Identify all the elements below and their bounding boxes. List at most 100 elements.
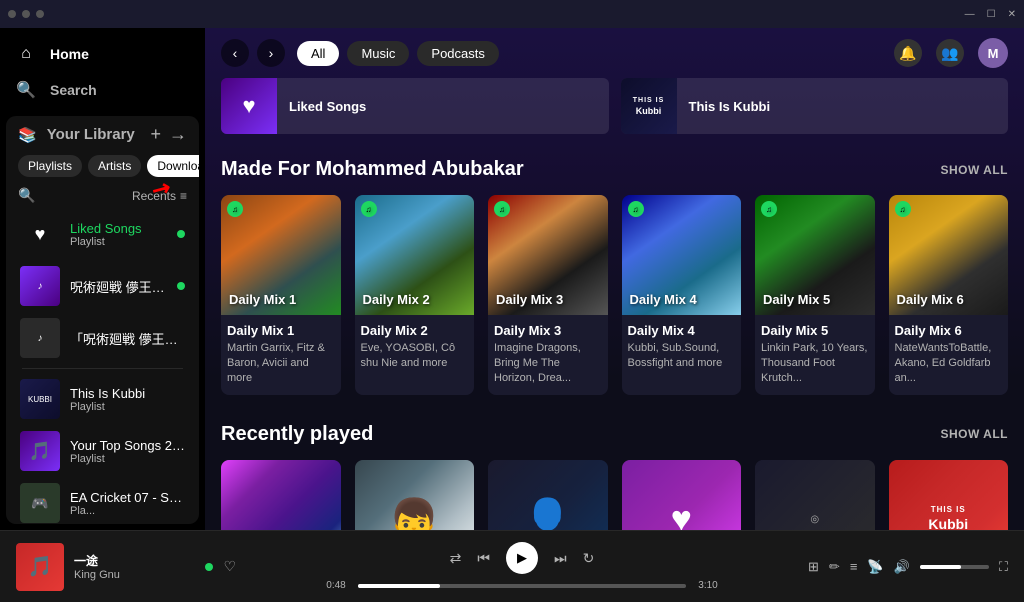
daily-mix-1-card[interactable]: ♫ Daily Mix 1 Daily Mix 1 Martin Garrix,…	[221, 195, 341, 395]
volume-fill	[920, 565, 961, 569]
mix6-title: Daily Mix 6	[895, 323, 1003, 338]
library-actions: + →	[150, 124, 187, 145]
library-more-button[interactable]: →	[169, 124, 187, 145]
library-search-icon[interactable]: 🔍	[18, 187, 35, 204]
mix2-image: ♫ Daily Mix 2	[355, 195, 475, 315]
mix5-title: Daily Mix 5	[761, 323, 869, 338]
user-avatar[interactable]: M	[978, 38, 1008, 68]
mix3-info: Daily Mix 3 Imagine Dragons, Bring Me Th…	[488, 315, 608, 395]
back-button[interactable]: ‹	[221, 39, 249, 67]
recently-played-show-all[interactable]: Show all	[940, 427, 1008, 441]
mix6-badge: ♫	[895, 201, 911, 217]
recent5-image: ◎	[755, 460, 875, 530]
recent-card-5[interactable]: ◎	[755, 460, 875, 530]
filter-music-button[interactable]: Music	[347, 41, 409, 66]
shuffle-button[interactable]: ⇄	[450, 550, 462, 567]
daily-mix-2-card[interactable]: ♫ Daily Mix 2 Daily Mix 2 Eve, YOASOBI, …	[355, 195, 475, 395]
recent1-image	[221, 460, 341, 530]
topsongs-name: Your Top Songs 2023	[70, 438, 185, 453]
fullscreen-button[interactable]: ⛶	[999, 559, 1008, 575]
sidebar-nav: ⌂ Home 🔍 Search	[0, 28, 205, 116]
search-label: Search	[50, 82, 97, 98]
library-item-kubbi[interactable]: KUBBI This Is Kubbi Playlist	[14, 373, 191, 425]
your-library-label: Your Library	[47, 126, 135, 143]
filter-playlists[interactable]: Playlists	[18, 155, 82, 177]
made-for-show-all[interactable]: Show all	[940, 163, 1008, 177]
mix3-title: Daily Mix 3	[494, 323, 602, 338]
mix2-badge: ♫	[361, 201, 377, 217]
daily-mix-4-card[interactable]: ♫ Daily Mix 4 Daily Mix 4 Kubbi, Sub.Sou…	[622, 195, 742, 395]
filter-artists[interactable]: Artists	[88, 155, 141, 177]
library-item-chinese2[interactable]: ♪ 「呪術廻戦 儚王・王折…・A…	[14, 312, 191, 364]
sidebar-item-home[interactable]: ⌂ Home	[12, 36, 193, 72]
library-item-chinese1[interactable]: ♪ 呪術廻戦 儚王・王折／…・A…	[14, 260, 191, 312]
quick-kubbi[interactable]: THIS IS Kubbi This Is Kubbi	[621, 78, 1009, 134]
repeat-button[interactable]: ↻	[583, 550, 595, 567]
play-pause-button[interactable]: ▶	[506, 542, 538, 574]
filter-downloaded[interactable]: Downloaded	[147, 155, 199, 177]
like-button[interactable]: ♡	[223, 558, 236, 575]
queue-button[interactable]: ≡	[850, 559, 858, 574]
mix2-sub: Eve, YOASOBI, Cô shu Nie and more	[361, 341, 469, 372]
devices-button[interactable]: 📡	[867, 559, 883, 575]
close-button[interactable]: ✕	[1008, 9, 1016, 20]
sidebar-item-search[interactable]: 🔍 Search	[12, 72, 193, 108]
current-time: 0:48	[322, 580, 350, 591]
mix1-title: Daily Mix 1	[227, 323, 335, 338]
playback-right: ⊞ ✏ ≡ 📡 🔊 ⛶	[808, 559, 1008, 575]
lyrics-button[interactable]: ✏	[829, 559, 840, 575]
previous-button[interactable]: ⏮	[477, 550, 490, 567]
daily-mix-5-card[interactable]: ♫ Daily Mix 5 Daily Mix 5 Linkin Park, 1…	[755, 195, 875, 395]
recent-card-3[interactable]: 👤	[488, 460, 608, 530]
recently-played-title: Recently played	[221, 423, 373, 446]
recent-card-6[interactable]: THIS IS Kubbi	[889, 460, 1009, 530]
playback-left: 🎵 一途 King Gnu ♡	[16, 543, 236, 591]
liked-songs-dot	[177, 230, 185, 238]
recent-card-1[interactable]	[221, 460, 341, 530]
filter-all-button[interactable]: All	[297, 41, 339, 66]
app-body: ↗ ⌂ Home 🔍 Search 📚 Your Library + →	[0, 28, 1024, 530]
add-library-button[interactable]: +	[150, 124, 161, 145]
titlebar-dot-2	[22, 10, 30, 18]
search-icon: 🔍	[16, 80, 36, 100]
next-button[interactable]: ⏭	[554, 550, 567, 567]
recent-card-2[interactable]: 👦	[355, 460, 475, 530]
filter-podcasts-button[interactable]: Podcasts	[417, 41, 498, 66]
daily-mix-6-card[interactable]: ♫ Daily Mix 6 Daily Mix 6 NateWantsToBat…	[889, 195, 1009, 395]
kubbi-name: This Is Kubbi	[70, 386, 185, 401]
maximize-button[interactable]: ☐	[987, 9, 996, 20]
mix4-label: Daily Mix 4	[630, 292, 697, 307]
mix5-info: Daily Mix 5 Linkin Park, 10 Years, Thous…	[755, 315, 875, 395]
chinese2-name: 「呪術廻戦 儚王・王折…・A…	[70, 329, 185, 348]
liked-songs-quick-label: Liked Songs	[277, 99, 378, 114]
titlebar-dot-3	[36, 10, 44, 18]
volume-bar[interactable]	[920, 565, 989, 569]
minimize-button[interactable]: —	[965, 9, 975, 20]
library-item-topsongs[interactable]: 🎵 Your Top Songs 2023 Playlist	[14, 425, 191, 477]
friends-button[interactable]: 👥	[936, 39, 964, 67]
your-library-title-btn[interactable]: 📚 Your Library	[18, 126, 135, 144]
library-item-ea[interactable]: 🎮 EA Cricket 07 - Soun... Pla...	[14, 477, 191, 524]
sidebar-separator	[22, 368, 183, 369]
notification-button[interactable]: 🔔	[894, 39, 922, 67]
mix3-image: ♫ Daily Mix 3	[488, 195, 608, 315]
progress-bar[interactable]	[358, 584, 686, 588]
library-item-liked[interactable]: ♥ Liked Songs Playlist	[14, 208, 191, 260]
main-scroll[interactable]: ♥ Liked Songs THIS IS Kubbi This Is Kubb…	[205, 78, 1024, 530]
main-topbar: ‹ › All Music Podcasts 🔔 👥 M	[205, 28, 1024, 78]
topsongs-info: Your Top Songs 2023 Playlist	[70, 438, 185, 465]
quick-liked-songs[interactable]: ♥ Liked Songs	[221, 78, 609, 134]
now-playing-view-button[interactable]: ⊞	[808, 559, 819, 575]
recently-played-header: Recently played Show all	[221, 423, 1008, 446]
mix6-label: Daily Mix 6	[897, 292, 964, 307]
recent-card-4[interactable]: ♥	[622, 460, 742, 530]
mix3-label: Daily Mix 3	[496, 292, 563, 307]
daily-mix-3-card[interactable]: ♫ Daily Mix 3 Daily Mix 3 Imagine Dragon…	[488, 195, 608, 395]
made-for-header: Made For Mohammed Abubakar Show all	[221, 158, 1008, 181]
mix3-img-wrap: ♫ Daily Mix 3	[488, 195, 608, 315]
mix3-sub: Imagine Dragons, Bring Me The Horizon, D…	[494, 341, 602, 387]
forward-button[interactable]: ›	[257, 39, 285, 67]
ea-name: EA Cricket 07 - Soun...	[70, 490, 185, 505]
liked-songs-name: Liked Songs	[70, 221, 167, 236]
recent2-image: 👦	[355, 460, 475, 530]
